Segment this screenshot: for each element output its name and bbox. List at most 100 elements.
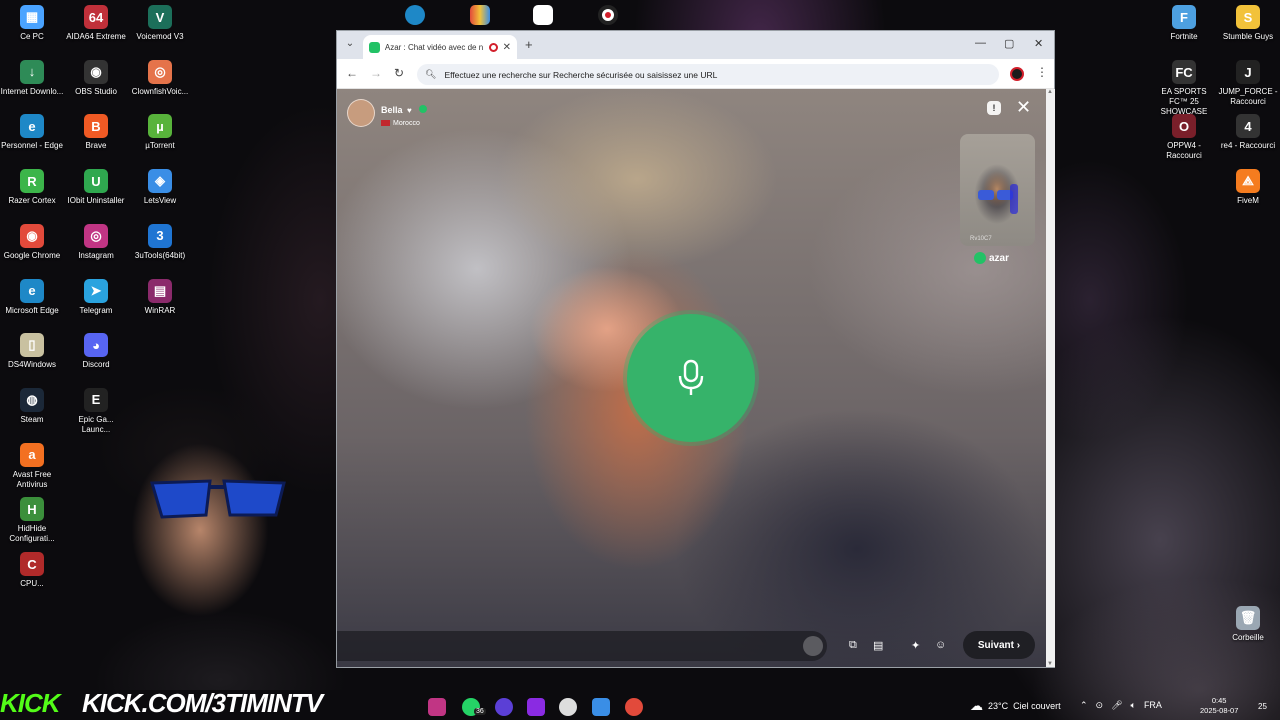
desktop-icon-left-0[interactable]: ▦ Ce PC: [0, 5, 64, 42]
scroll-up-icon[interactable]: ▲: [1047, 89, 1053, 95]
screen-switch-icon[interactable]: ⧉: [849, 639, 857, 652]
desktop-app-icon: F: [1172, 5, 1196, 29]
clock[interactable]: 0:45 2025-08-07: [1200, 696, 1238, 716]
desktop-icon-left-5[interactable]: ◎ ClownfishVoic...: [128, 59, 192, 97]
minimize-button[interactable]: —: [975, 37, 986, 49]
self-view-tag: Rv10C7: [970, 236, 992, 242]
desktop-icon-label: Stumble Guys: [1222, 32, 1274, 41]
desktop-app-icon: V: [148, 5, 172, 29]
whatsapp-taskbar-icon[interactable]: 36: [462, 698, 486, 716]
desktop-icon-left-18[interactable]: ▯ DS4Windows: [0, 333, 64, 370]
tray-expand-icon[interactable]: ⌃: [1080, 700, 1088, 711]
desktop-icon-right-6[interactable]: ⟁ FiveM: [1216, 169, 1280, 206]
desktop-icon-left-7[interactable]: B Brave: [64, 114, 128, 151]
tab-list-button[interactable]: ⌄: [343, 38, 357, 52]
desktop-icon-left-2[interactable]: V Voicemod V3: [128, 5, 192, 42]
desktop-icon-label: DS4Windows: [7, 360, 56, 370]
desktop-icon-left-9[interactable]: R Razer Cortex: [0, 169, 64, 206]
desktop-icon-left-6[interactable]: e Personnel - Edge: [0, 114, 64, 151]
chrome-taskbar-icon[interactable]: [625, 698, 643, 716]
desktop-icon-left-13[interactable]: ◎ Instagram: [64, 223, 128, 261]
app-icon-2[interactable]: [470, 5, 490, 25]
streamer-webcam-overlay: [20, 380, 400, 690]
desktop-icon-right-2[interactable]: FC EA SPORTS FC™ 25 SHOWCASE: [1152, 60, 1216, 117]
app-taskbar-icon[interactable]: [495, 698, 513, 716]
desktop-icon-left-3[interactable]: ↓ Internet Downlo...: [0, 59, 64, 97]
desktop-app-icon: ◎: [84, 223, 108, 248]
desktop-app-icon: ◉: [84, 59, 108, 84]
maximize-button[interactable]: ▢: [1004, 37, 1014, 50]
desktop-icon-left-4[interactable]: ◉ OBS Studio: [64, 59, 128, 97]
clock-date: 2025-08-07: [1200, 706, 1239, 715]
network-icon[interactable]: ⊙: [1096, 700, 1104, 711]
desktop-icon-left-15[interactable]: e Microsoft Edge: [0, 278, 64, 316]
tab-close-button[interactable]: ✕: [503, 42, 511, 53]
desktop-icon-label: Google Chrome: [3, 250, 61, 260]
desktop-app-icon: µ: [148, 114, 172, 139]
forward-button[interactable]: →: [370, 66, 382, 80]
desktop-icon-right-7[interactable]: 🗑 Corbeille: [1216, 606, 1280, 643]
azar-logo-text: azar: [989, 252, 1010, 264]
partner-country: Morocco: [381, 120, 427, 127]
self-camera-preview[interactable]: Rv10C7: [960, 134, 1035, 246]
desktop-icon-right-3[interactable]: J JUMP_FORCE - Raccourci: [1216, 60, 1280, 107]
page-scrollbar[interactable]: ▲ ▼: [1046, 89, 1055, 667]
system-tray: ⌃ ⊙ 🎤︎ 🔈︎ FRA: [1080, 700, 1162, 711]
browser-menu-button[interactable]: ⋮: [1036, 65, 1048, 79]
capcut-icon[interactable]: [533, 5, 553, 25]
desktop-icon-label: OPPW4 - Raccourci: [1166, 141, 1202, 160]
desktop-icon-left-11[interactable]: ◈ LetsView: [128, 169, 192, 206]
send-message-button[interactable]: [803, 636, 823, 656]
cloud-icon: ☁: [970, 698, 983, 713]
microphone-button[interactable]: [627, 314, 755, 442]
partner-avatar[interactable]: [347, 99, 375, 127]
emoji-icon[interactable]: ☺: [935, 639, 946, 651]
scroll-down-icon[interactable]: ▼: [1047, 661, 1053, 667]
next-button[interactable]: Suivant ›: [963, 631, 1035, 659]
desktop-icon-label: Voicemod V3: [136, 32, 184, 41]
desktop-icon-left-14[interactable]: 3 3uTools(64bit): [128, 223, 192, 261]
desktop-icon-left-1[interactable]: 64 AIDA64 Extreme: [64, 5, 128, 42]
desktop-icon-left-17[interactable]: ▤ WinRAR: [128, 278, 192, 316]
desktop-app-icon: ⟁: [1236, 169, 1260, 193]
chat-message-input[interactable]: [337, 631, 827, 661]
desktop-icon-left-12[interactable]: ◉ Google Chrome: [0, 223, 64, 261]
azar-favicon-icon: [369, 41, 380, 53]
desktop-icon-left-19[interactable]: ◕ Discord: [64, 333, 128, 370]
notification-count[interactable]: 25: [1258, 702, 1267, 711]
weather-widget[interactable]: ☁ 23°C Ciel couvert: [970, 698, 1061, 714]
desktop-icon-left-8[interactable]: µ µTorrent: [128, 114, 192, 151]
partner-info[interactable]: Bella ♥ Morocco: [347, 99, 428, 127]
close-chat-button[interactable]: ✕: [1016, 97, 1031, 118]
mic-tray-icon[interactable]: 🎤︎: [1111, 700, 1122, 711]
new-tab-button[interactable]: +: [525, 37, 533, 52]
layout-icon[interactable]: ▤: [873, 639, 883, 652]
media-player-taskbar-icon[interactable]: [559, 698, 577, 716]
reload-button[interactable]: ↻: [394, 66, 404, 80]
close-window-button[interactable]: ✕: [1034, 37, 1043, 50]
effects-sparkle-icon[interactable]: ✦: [911, 639, 920, 652]
back-button[interactable]: ←: [346, 66, 358, 80]
desktop-icon-left-10[interactable]: U IObit Uninstaller: [64, 169, 128, 206]
report-button[interactable]: !: [987, 101, 1001, 115]
app-icon-1[interactable]: [405, 5, 425, 25]
omnibox[interactable]: 🔍︎ Effectuez une recherche sur Recherche…: [417, 64, 999, 85]
desktop-app-icon: B: [84, 114, 108, 139]
desktop-icon-right-0[interactable]: F Fortnite: [1152, 5, 1216, 42]
profile-avatar[interactable]: [1010, 67, 1024, 81]
record-icon[interactable]: [598, 5, 618, 25]
desktop-icon-right-5[interactable]: 4 re4 - Raccourci: [1216, 114, 1280, 151]
game-taskbar-icon[interactable]: [527, 698, 545, 716]
speaker-icon[interactable]: 🔈︎: [1131, 700, 1136, 711]
instagram-taskbar-icon[interactable]: [428, 698, 446, 716]
letsview-taskbar-icon[interactable]: [592, 698, 610, 716]
morocco-flag-icon: [381, 120, 390, 126]
desktop-app-icon: S: [1236, 5, 1260, 29]
whatsapp-badge: 36: [474, 708, 486, 715]
address-bar: ← → ↻ 🔍︎ Effectuez une recherche sur Rec…: [337, 59, 1054, 89]
browser-tab[interactable]: Azar : Chat vidéo avec de n ✕: [363, 35, 517, 59]
desktop-icon-right-4[interactable]: O OPPW4 - Raccourci: [1152, 114, 1216, 161]
desktop-icon-left-16[interactable]: ➤ Telegram: [64, 278, 128, 316]
desktop-icon-right-1[interactable]: S Stumble Guys: [1216, 5, 1280, 42]
language-indicator[interactable]: FRA: [1144, 700, 1162, 711]
